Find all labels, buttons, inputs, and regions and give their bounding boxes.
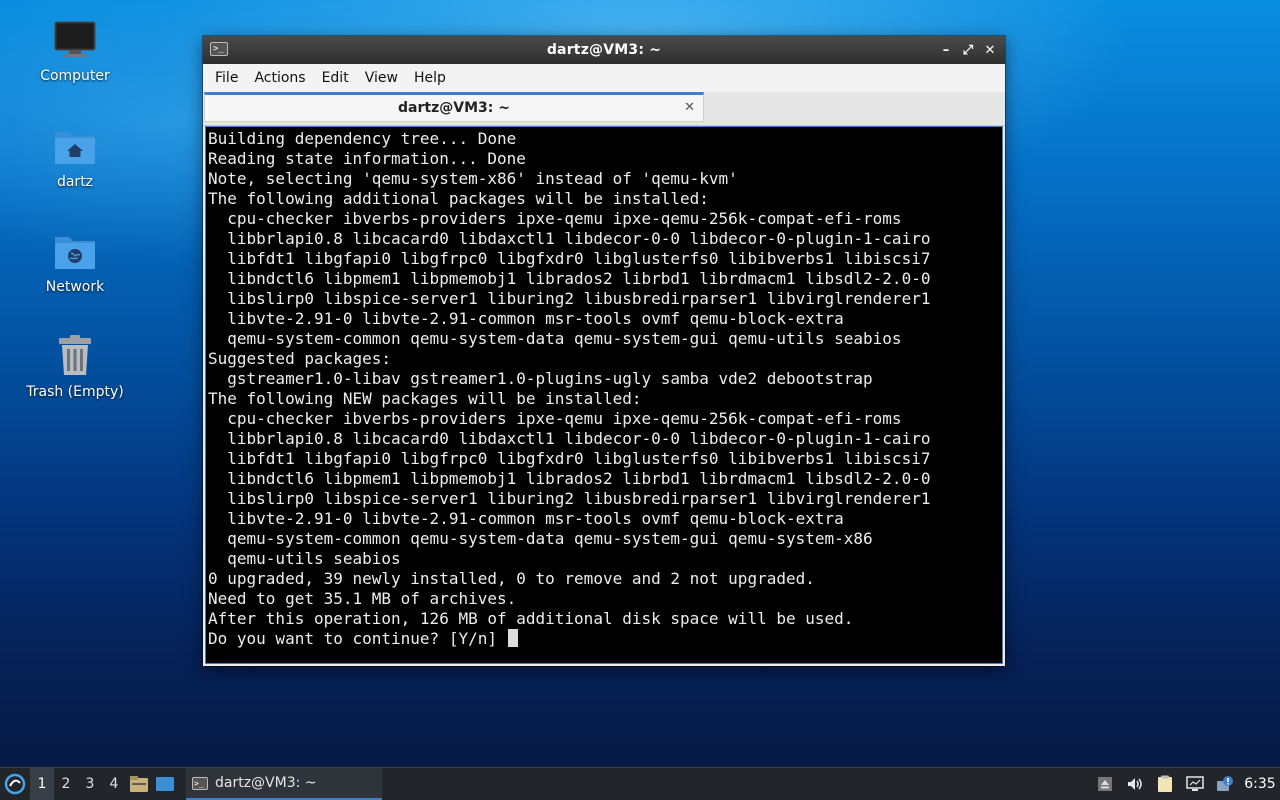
tab-label: dartz@VM3: ~: [398, 100, 510, 116]
terminal-window[interactable]: >_ dartz@VM3: ~ – ⤢ ✕ File Actions Edit …: [203, 36, 1005, 666]
workspace-3-button[interactable]: 3: [78, 768, 102, 800]
tab-bar: dartz@VM3: ~ ✕: [203, 92, 1005, 126]
terminal-line: gstreamer1.0-libav gstreamer1.0-plugins-…: [208, 369, 873, 388]
terminal-line: The following additional packages will b…: [208, 189, 709, 208]
desktop-icon-label: dartz: [56, 174, 94, 190]
terminal-line: 0 upgraded, 39 newly installed, 0 to rem…: [208, 569, 815, 588]
desktop-icon-trash[interactable]: Trash (Empty): [20, 332, 130, 400]
file-manager-icon: [130, 776, 148, 792]
show-desktop-button[interactable]: [152, 768, 178, 800]
desktop-icon-home-folder[interactable]: dartz: [20, 122, 130, 190]
lxqt-logo-icon: [4, 773, 26, 795]
terminal-line: After this operation, 126 MB of addition…: [208, 609, 854, 628]
tab-close-icon[interactable]: ✕: [684, 100, 695, 115]
minimize-button[interactable]: –: [937, 40, 955, 60]
menu-file[interactable]: File: [207, 64, 246, 92]
terminal-output[interactable]: Building dependency tree... Done Reading …: [205, 126, 1003, 664]
terminal-line: qemu-system-common qemu-system-data qemu…: [208, 529, 873, 548]
window-title: dartz@VM3: ~: [546, 42, 662, 58]
menu-actions[interactable]: Actions: [246, 64, 313, 92]
terminal-line: Reading state information... Done: [208, 149, 526, 168]
window-titlebar[interactable]: >_ dartz@VM3: ~ – ⤢ ✕: [203, 36, 1005, 64]
start-menu-button[interactable]: [0, 768, 30, 800]
menu-bar: File Actions Edit View Help: [203, 64, 1005, 92]
show-desktop-icon: [156, 777, 174, 791]
computer-icon: [51, 16, 99, 64]
terminal-line: Building dependency tree... Done: [208, 129, 517, 148]
clipboard-tray-button[interactable]: [1150, 768, 1180, 800]
update-notifier-icon: [1217, 776, 1233, 791]
tab-terminal[interactable]: dartz@VM3: ~ ✕: [204, 92, 704, 122]
terminal-line: libvte-2.91-0 libvte-2.91-common msr-too…: [208, 309, 844, 328]
terminal-line: libndctl6 libpmem1 libpmemobj1 librados2…: [208, 469, 931, 488]
workspace-1-button[interactable]: 1: [30, 768, 54, 800]
taskbar: 1 2 3 4 >_ dartz@VM3: ~ 6:35: [0, 767, 1280, 800]
terminal-line: qemu-utils seabios: [208, 549, 401, 568]
terminal-line: cpu-checker ibverbs-providers ipxe-qemu …: [208, 209, 902, 228]
home-folder-icon: [51, 122, 99, 170]
terminal-line: libfdt1 libgfapi0 libgfrpc0 libgfxdr0 li…: [208, 449, 931, 468]
terminal-line: Note, selecting 'qemu-system-x86' instea…: [208, 169, 738, 188]
volume-icon: [1128, 778, 1142, 790]
terminal-task-icon: >_: [192, 776, 208, 790]
terminal-app-icon[interactable]: >_: [210, 42, 228, 56]
trash-icon: [51, 332, 99, 380]
workspace-4-button[interactable]: 4: [102, 768, 126, 800]
terminal-line: cpu-checker ibverbs-providers ipxe-qemu …: [208, 409, 902, 428]
menu-view[interactable]: View: [357, 64, 406, 92]
menu-help[interactable]: Help: [406, 64, 454, 92]
terminal-line: libslirp0 libspice-server1 liburing2 lib…: [208, 289, 931, 308]
eject-tray-button[interactable]: [1090, 768, 1120, 800]
terminal-line: Need to get 35.1 MB of archives.: [208, 589, 517, 608]
terminal-line: libslirp0 libspice-server1 liburing2 lib…: [208, 489, 931, 508]
file-manager-launcher[interactable]: [126, 768, 152, 800]
system-tray: 6:35: [1090, 768, 1280, 800]
terminal-line: libvte-2.91-0 libvte-2.91-common msr-too…: [208, 509, 844, 528]
clipboard-icon: [1158, 775, 1172, 792]
close-button[interactable]: ✕: [981, 40, 999, 60]
network-folder-icon: [51, 227, 99, 275]
desktop-icon-label: Computer: [40, 68, 110, 84]
terminal-line: Suggested packages:: [208, 349, 392, 368]
workspace-2-button[interactable]: 2: [54, 768, 78, 800]
task-label: dartz@VM3: ~: [215, 775, 317, 791]
network-monitor-icon: [1186, 776, 1204, 791]
terminal-line: The following NEW packages will be insta…: [208, 389, 642, 408]
window-controls: – ⤢ ✕: [937, 40, 999, 60]
terminal-line: libbrlapi0.8 libcacard0 libdaxctl1 libde…: [208, 429, 931, 448]
desktop-icon-computer[interactable]: Computer: [20, 16, 130, 84]
terminal-prompt: Do you want to continue? [Y/n]: [208, 629, 507, 648]
clock[interactable]: 6:35: [1240, 776, 1280, 792]
network-tray-button[interactable]: [1180, 768, 1210, 800]
terminal-prompt-line: Do you want to continue? [Y/n]: [208, 629, 1002, 649]
volume-tray-button[interactable]: [1120, 768, 1150, 800]
desktop-icon-label: Trash (Empty): [26, 384, 124, 400]
eject-icon: [1098, 777, 1112, 791]
terminal-line: libfdt1 libgfapi0 libgfrpc0 libgfxdr0 li…: [208, 249, 931, 268]
desktop-icon-network[interactable]: Network: [20, 227, 130, 295]
terminal-line: libndctl6 libpmem1 libpmemobj1 librados2…: [208, 269, 931, 288]
maximize-button[interactable]: ⤢: [959, 40, 977, 60]
text-cursor: [507, 629, 518, 647]
terminal-line: qemu-system-common qemu-system-data qemu…: [208, 329, 902, 348]
terminal-line: libbrlapi0.8 libcacard0 libdaxctl1 libde…: [208, 229, 931, 248]
taskbar-task-terminal[interactable]: >_ dartz@VM3: ~: [186, 768, 382, 800]
menu-edit[interactable]: Edit: [314, 64, 357, 92]
desktop-icon-label: Network: [45, 279, 105, 295]
update-notifier-tray-button[interactable]: [1210, 768, 1240, 800]
